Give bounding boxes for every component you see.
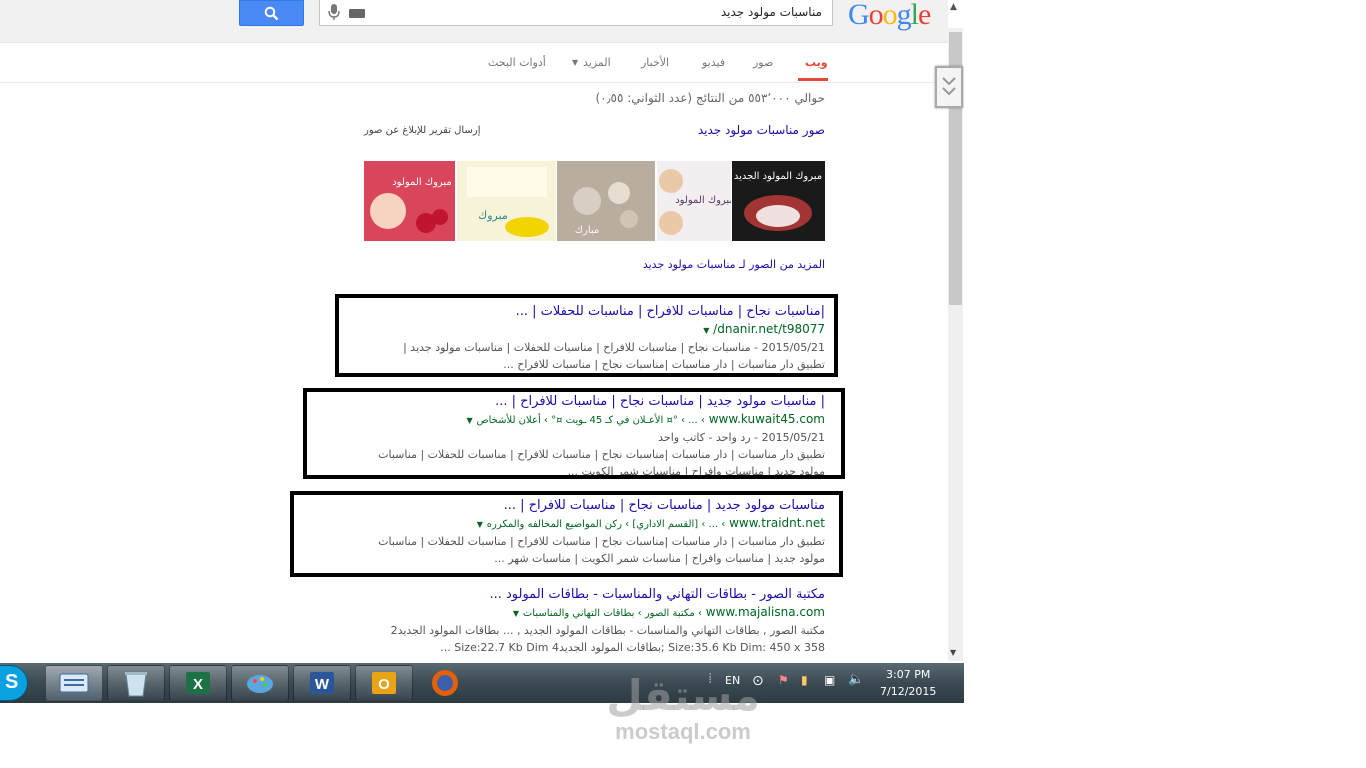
tab-more-dropdown-icon[interactable]: ▼ <box>572 58 578 67</box>
highlight-box <box>335 294 838 377</box>
tab-videos[interactable]: فيديو <box>702 56 725 69</box>
search-result: مكتبة الصور - بطاقات التهاني والمناسبات … <box>391 586 825 656</box>
clock-time[interactable]: 3:07 PM <box>886 668 930 681</box>
svg-text:O: O <box>378 676 390 693</box>
result-stats: حوالي ٥٥٣٬٠٠٠ من النتائج (عدد الثواني: ٠… <box>595 91 825 105</box>
active-tab-indicator <box>798 78 828 81</box>
tab-news[interactable]: الأخبار <box>641 56 669 69</box>
thumb-graphic: مبروك المولود <box>657 161 731 241</box>
result-breadcrumbs: › مكتبة الصور › بطاقات التهاني والمناسبا… <box>522 608 702 619</box>
thumb-text: مبروك المولود الجديد <box>734 171 822 182</box>
scroll-up-icon[interactable]: ▲ <box>950 2 957 12</box>
highlight-box <box>303 388 845 479</box>
tab-web[interactable]: ويب <box>805 56 828 69</box>
tab-search-tools[interactable]: أدوات البحث <box>488 56 546 69</box>
result-url: www.majalisna.com › مكتبة الصور › بطاقات… <box>391 604 825 622</box>
excel-icon[interactable]: X <box>169 665 227 701</box>
word-icon[interactable]: W <box>293 665 351 701</box>
image-thumb[interactable]: مبروك المولود الجديد <box>732 161 825 241</box>
windows-taskbar: S X W O ⁞ EN ⊙ ⚑ ▮ ▣ 🔈 3:07 PM 7/12/2015 <box>0 663 964 703</box>
thumb-graphic: مبروك المولود الجديد <box>732 161 825 241</box>
skype-icon[interactable]: S <box>0 665 28 701</box>
on-screen-keyboard-icon[interactable] <box>45 665 103 701</box>
paint-icon[interactable] <box>231 665 289 701</box>
floating-chevron-button[interactable] <box>935 66 963 108</box>
watermark-arabic: مستقل <box>606 671 760 720</box>
microphone-icon[interactable] <box>328 4 340 21</box>
images-header-link[interactable]: صور مناسبات مولود جديد <box>698 123 825 137</box>
recycle-bin-icon[interactable] <box>107 665 165 701</box>
scroll-down-icon[interactable]: ▼ <box>950 648 956 657</box>
thumb-text: مبارك <box>575 225 600 236</box>
keyboard-icon[interactable] <box>349 9 365 18</box>
tab-images[interactable]: صور <box>753 56 773 69</box>
power-icon[interactable]: ▮ <box>801 673 808 687</box>
image-thumb[interactable]: مبروك المولود <box>657 161 731 241</box>
chevron-down-icon <box>942 77 956 96</box>
image-thumb[interactable]: مبروك المولود <box>364 161 455 241</box>
outlook-icon[interactable]: O <box>355 665 413 701</box>
result-url-text[interactable]: www.majalisna.com <box>706 605 825 619</box>
volume-icon[interactable]: 🔈 <box>848 672 864 687</box>
image-thumb[interactable]: مبروك <box>457 161 556 241</box>
google-logo[interactable]: Google <box>848 0 931 32</box>
image-thumb[interactable]: مبارك <box>557 161 655 241</box>
tab-more[interactable]: المزيد <box>583 56 611 69</box>
search-header: Google مناسبات مولود جديد ▲ <box>0 0 957 43</box>
thumb-text: مبروك المولود <box>392 177 452 188</box>
thumb-text: مبروك المولود <box>675 195 731 206</box>
watermark-latin: mostaql.com <box>615 719 751 744</box>
thumb-graphic: مبروك المولود <box>364 161 455 241</box>
action-center-flag-icon[interactable]: ⚑ <box>778 673 789 687</box>
result-snippet: Size:35.6 Kb Dim: 450 x 358 ;بطاقات المو… <box>440 641 825 654</box>
svg-text:X: X <box>193 676 203 693</box>
firefox-icon[interactable] <box>417 665 475 701</box>
thumb-graphic: مبارك <box>557 161 655 241</box>
result-title-link[interactable]: مكتبة الصور - بطاقات التهاني والمناسبات … <box>391 586 825 604</box>
browser-viewport: Google مناسبات مولود جديد ▲ ويب صور فيدي… <box>0 0 964 703</box>
result-snippet: مكتبة الصور , بطاقات التهاني والمناسبات … <box>390 624 825 637</box>
more-images-link[interactable]: المزيد من الصور لـ مناسبات مولود جديد <box>643 258 825 271</box>
dropdown-arrow-icon[interactable]: ▼ <box>513 609 519 618</box>
watermark: مستقل mostaql.com <box>600 672 766 744</box>
report-images-link[interactable]: إرسال تقرير للإبلاغ عن صور <box>364 125 480 136</box>
clock-date[interactable]: 7/12/2015 <box>880 685 936 698</box>
highlight-box <box>290 491 843 577</box>
network-icon[interactable]: ▣ <box>824 673 835 687</box>
search-tabs: ويب صور فيديو الأخبار المزيد ▼ أدوات الب… <box>0 43 948 83</box>
search-icon <box>264 6 279 21</box>
search-button[interactable] <box>239 0 304 26</box>
svg-text:W: W <box>315 676 330 693</box>
search-query[interactable]: مناسبات مولود جديد <box>721 5 822 19</box>
thumb-text: مبروك <box>478 209 508 222</box>
thumb-graphic: مبروك <box>457 161 556 241</box>
search-input[interactable]: مناسبات مولود جديد <box>319 0 833 26</box>
